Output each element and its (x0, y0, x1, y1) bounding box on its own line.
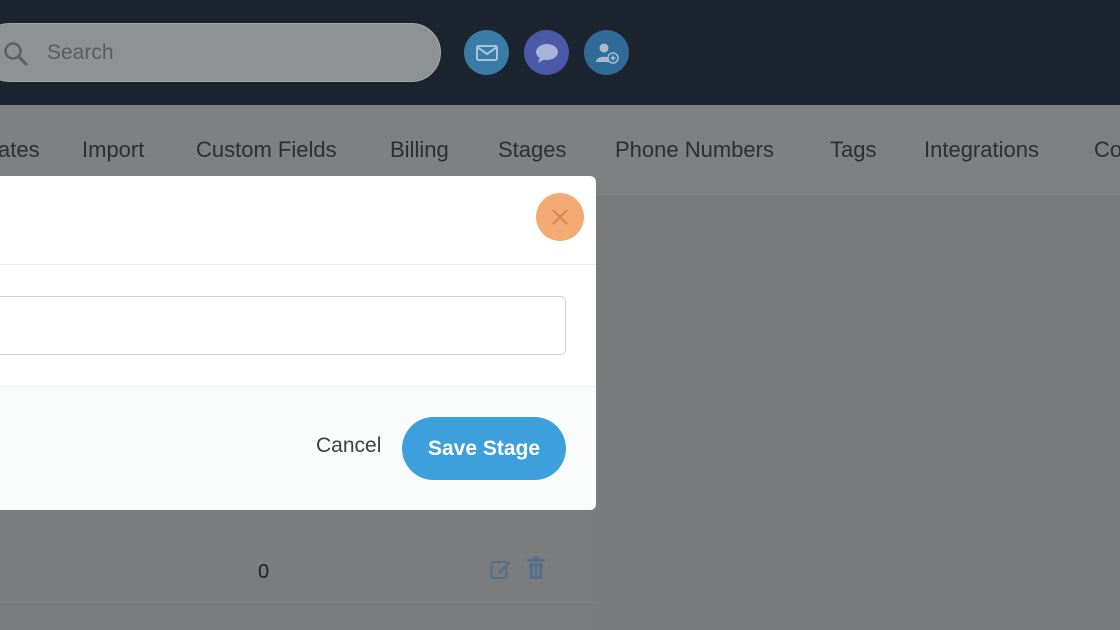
tab-phone-numbers[interactable]: Phone Numbers (615, 137, 774, 163)
search-box[interactable] (0, 23, 441, 82)
close-button[interactable] (536, 193, 584, 241)
cancel-button[interactable]: Cancel (316, 434, 381, 458)
mail-button[interactable] (464, 30, 509, 75)
tab-custom-fields[interactable]: Custom Fields (196, 137, 337, 163)
chat-button[interactable] (524, 30, 569, 75)
tab-billing[interactable]: Billing (390, 137, 449, 163)
add-stage-modal: Cancel Save Stage (0, 176, 596, 510)
stage-name-input[interactable] (0, 296, 566, 355)
trash-icon[interactable] (526, 556, 546, 580)
close-icon (552, 209, 568, 225)
chat-icon (535, 43, 558, 63)
tab-integrations[interactable]: Integrations (924, 137, 1039, 163)
search-icon (4, 42, 28, 66)
add-user-icon (595, 43, 619, 64)
tab-import[interactable]: Import (82, 137, 144, 163)
tab-stages[interactable]: Stages (498, 137, 567, 163)
search-input[interactable] (47, 37, 347, 69)
tab-more[interactable]: Co (1094, 137, 1120, 163)
edit-icon[interactable] (490, 558, 512, 580)
mail-icon (475, 44, 498, 61)
tab-templates[interactable]: ates (0, 137, 40, 163)
tab-tags[interactable]: Tags (830, 137, 876, 163)
top-bar (0, 0, 1120, 105)
modal-header (0, 176, 596, 265)
row-divider (0, 604, 596, 605)
add-user-button[interactable] (584, 30, 629, 75)
save-stage-button[interactable]: Save Stage (402, 417, 566, 480)
stage-count: 0 (258, 561, 270, 583)
